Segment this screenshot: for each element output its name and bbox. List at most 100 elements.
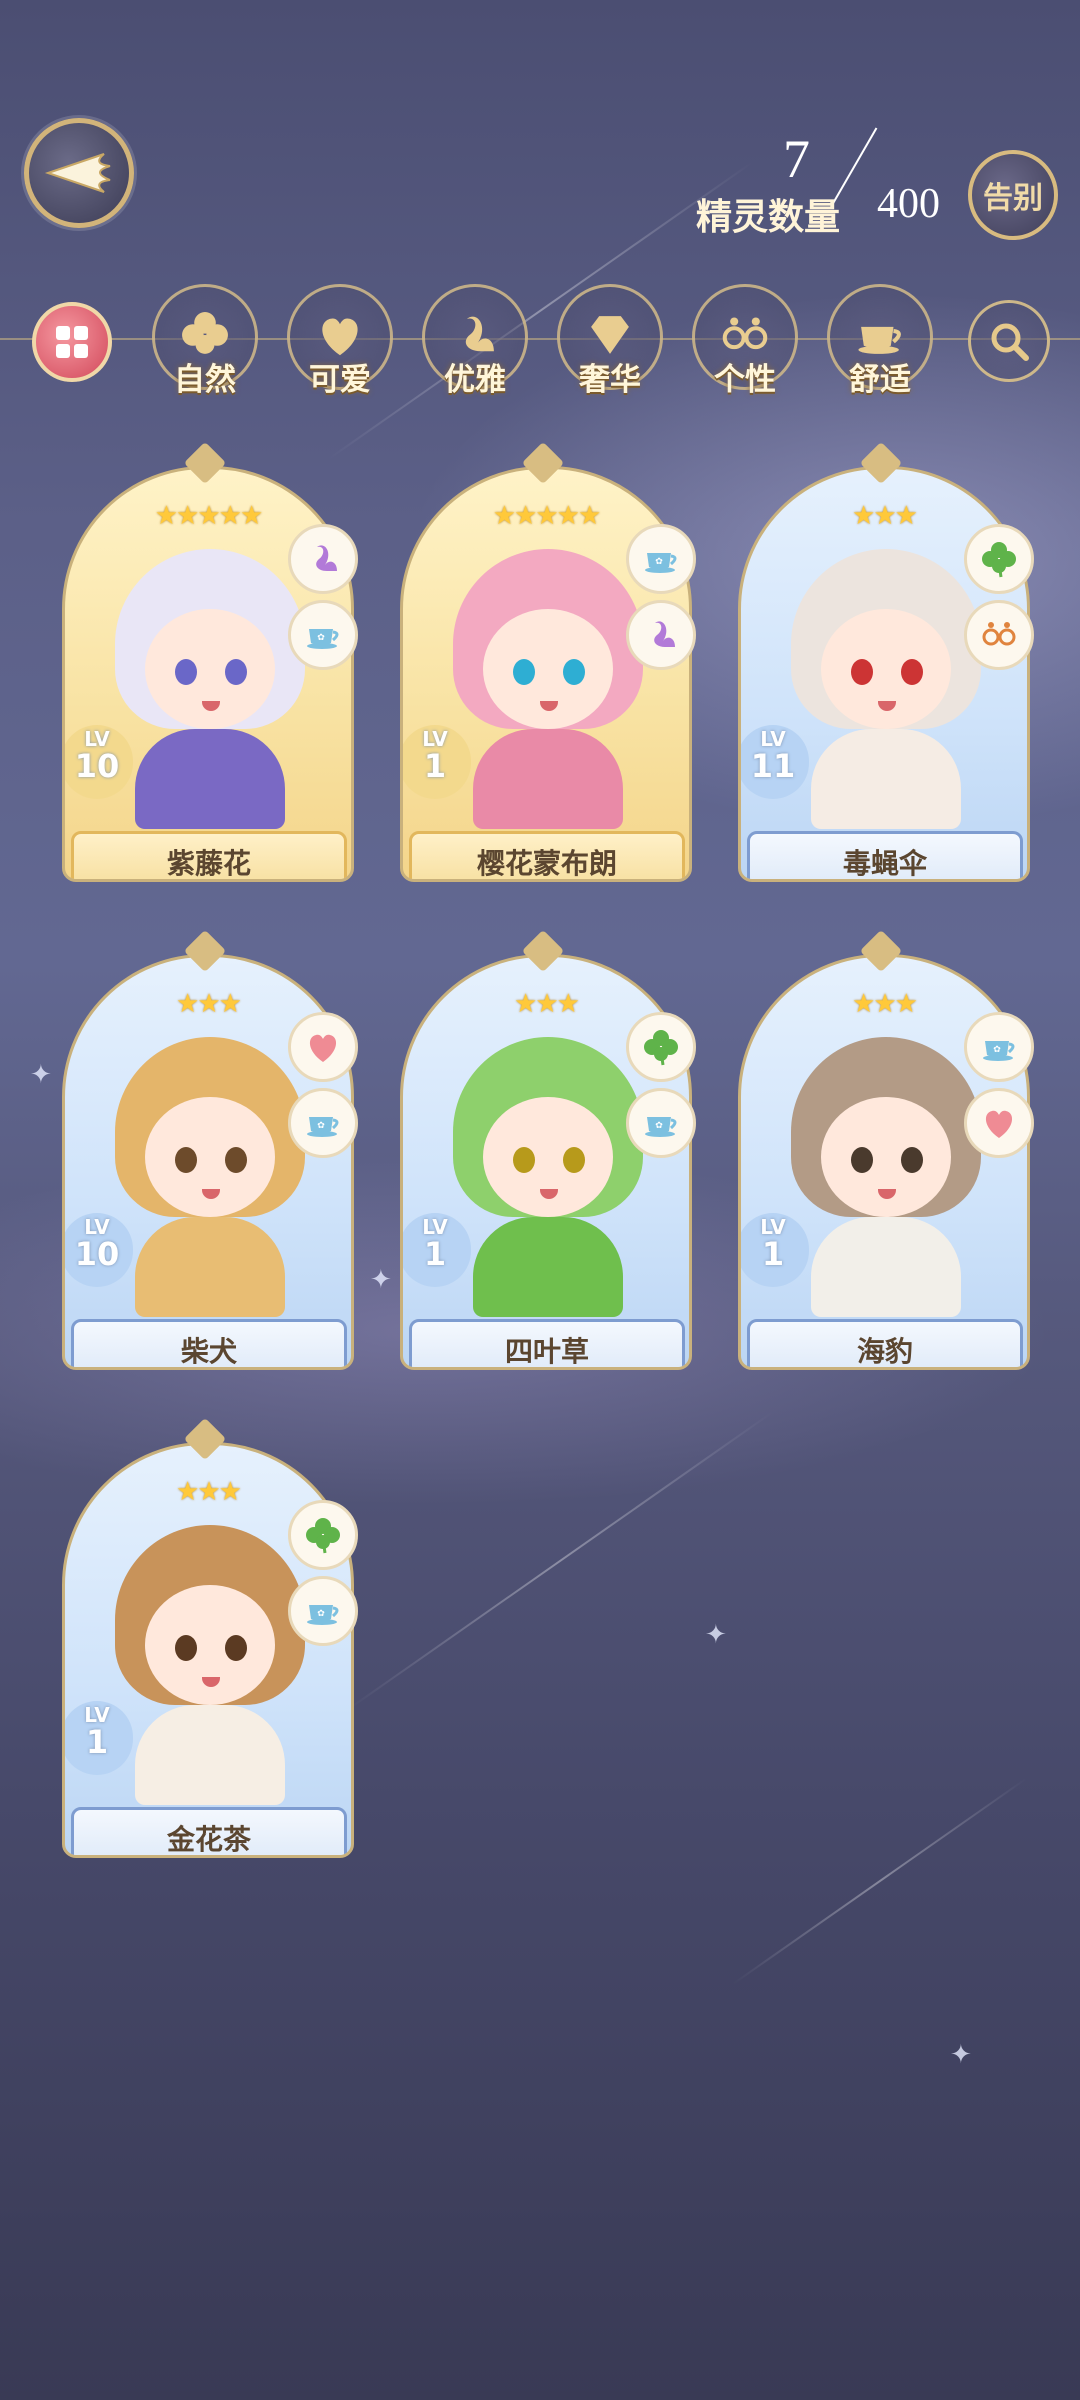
spirit-name: 毒蝇伞	[747, 831, 1023, 879]
spirit-name: 紫藤花	[71, 831, 347, 879]
spirit-name: 樱花蒙布朗	[409, 831, 685, 879]
level-badge: LV 11	[741, 725, 809, 799]
teacup-icon: ✿	[626, 524, 696, 594]
glasses-icon	[964, 600, 1034, 670]
portrait-eye	[225, 1635, 247, 1661]
level-badge: LV 10	[65, 1213, 133, 1287]
portrait-face	[145, 609, 275, 729]
portrait-outfit	[473, 729, 623, 829]
level-badge: LV 1	[403, 725, 471, 799]
farewell-button[interactable]: 告别	[968, 150, 1058, 240]
clover-icon	[626, 1012, 696, 1082]
level-value: 10	[74, 1235, 120, 1273]
category-label: 舒适	[849, 362, 911, 398]
teacup-icon: ✿	[288, 600, 358, 670]
portrait-eye	[851, 659, 873, 685]
portrait-eye	[225, 659, 247, 685]
sparkle-icon: ✦	[705, 1620, 727, 1650]
category-label: 奢华	[579, 362, 641, 398]
spirit-name: 金花茶	[71, 1807, 347, 1855]
level-value: 1	[85, 1723, 109, 1761]
back-button[interactable]	[24, 118, 134, 228]
level-value: 1	[423, 1235, 447, 1273]
svg-text:✿: ✿	[317, 633, 325, 643]
category-label: 可爱	[309, 362, 371, 398]
clover-icon	[288, 1500, 358, 1570]
level-value: 10	[74, 747, 120, 785]
category-tab-heart[interactable]: 可爱	[287, 284, 395, 398]
swan-icon	[288, 524, 358, 594]
heart-icon	[288, 1012, 358, 1082]
portrait-outfit	[811, 1217, 961, 1317]
spirit-card[interactable]: ★★★ LV 11 毒蝇伞	[738, 441, 1034, 882]
grid-icon	[56, 326, 88, 358]
portrait-face	[483, 1097, 613, 1217]
level-value: 1	[423, 747, 447, 785]
portrait-eye	[901, 659, 923, 685]
svg-text:✿: ✿	[317, 1609, 325, 1619]
teacup-icon: ✿	[288, 1088, 358, 1158]
portrait-outfit	[135, 1217, 285, 1317]
spirit-card[interactable]: ★★★ LV 1 金花茶 ✿	[62, 1417, 358, 1858]
portrait-outfit	[473, 1217, 623, 1317]
category-tab-glasses[interactable]: 个性	[692, 284, 800, 398]
search-icon	[991, 323, 1029, 361]
portrait-eye	[513, 659, 535, 685]
portrait-face	[145, 1097, 275, 1217]
portrait-eye	[513, 1147, 535, 1173]
category-tab-clover[interactable]: 自然	[152, 284, 260, 398]
category-tab-swan[interactable]: 优雅	[422, 284, 530, 398]
level-badge: LV 10	[65, 725, 133, 799]
svg-text:✿: ✿	[655, 557, 663, 567]
spirit-name: 海豹	[747, 1319, 1023, 1367]
heart-icon	[964, 1088, 1034, 1158]
portrait-outfit	[135, 1705, 285, 1805]
portrait-eye	[563, 659, 585, 685]
search-button[interactable]	[968, 300, 1050, 382]
farewell-label: 告别	[983, 181, 1043, 216]
category-label: 个性	[714, 362, 776, 398]
spirit-card[interactable]: ★★★★★ LV 10 紫藤花 ✿	[62, 441, 358, 882]
category-label: 优雅	[444, 362, 506, 398]
portrait-eye	[175, 1147, 197, 1173]
level-value: 1	[761, 1235, 785, 1273]
light-streak	[731, 1776, 1029, 1986]
portrait-face	[145, 1585, 275, 1705]
spirit-card[interactable]: ★★★ LV 1 海豹 ✿	[738, 929, 1034, 1370]
sparkle-icon: ✦	[950, 2040, 972, 2070]
category-tab-teacup[interactable]: 舒适	[827, 284, 935, 398]
category-label: 自然	[174, 362, 236, 398]
spirit-name: 柴犬	[71, 1319, 347, 1367]
teacup-icon: ✿	[626, 1088, 696, 1158]
clover-icon	[964, 524, 1034, 594]
svg-text:✿: ✿	[993, 1045, 1001, 1055]
portrait-face	[821, 1097, 951, 1217]
portrait-eye	[175, 1635, 197, 1661]
sparkle-icon: ✦	[30, 1060, 52, 1090]
spirit-card[interactable]: ★★★★★ LV 1 樱花蒙布朗 ✿	[400, 441, 696, 882]
portrait-face	[821, 609, 951, 729]
svg-text:✿: ✿	[655, 1121, 663, 1131]
teacup-icon: ✿	[964, 1012, 1034, 1082]
category-tab-diamond[interactable]: 奢华	[557, 284, 665, 398]
spirit-name: 四叶草	[409, 1319, 685, 1367]
portrait-eye	[225, 1147, 247, 1173]
svg-text:✿: ✿	[317, 1121, 325, 1131]
portrait-eye	[851, 1147, 873, 1173]
sparkle-icon: ✦	[370, 1265, 392, 1295]
category-all-button[interactable]	[32, 302, 112, 382]
light-streak	[346, 1411, 774, 1711]
portrait-eye	[175, 659, 197, 685]
level-value: 11	[750, 747, 796, 785]
wing-back-icon	[44, 153, 111, 193]
portrait-outfit	[135, 729, 285, 829]
spirit-card[interactable]: ★★★ LV 1 四叶草 ✿	[400, 929, 696, 1370]
spirit-count-current: 7	[783, 129, 810, 189]
teacup-icon: ✿	[288, 1576, 358, 1646]
spirit-count-max: 400	[877, 181, 940, 227]
portrait-face	[483, 609, 613, 729]
portrait-outfit	[811, 729, 961, 829]
level-badge: LV 1	[741, 1213, 809, 1287]
level-badge: LV 1	[403, 1213, 471, 1287]
spirit-card[interactable]: ★★★ LV 10 柴犬 ✿	[62, 929, 358, 1370]
